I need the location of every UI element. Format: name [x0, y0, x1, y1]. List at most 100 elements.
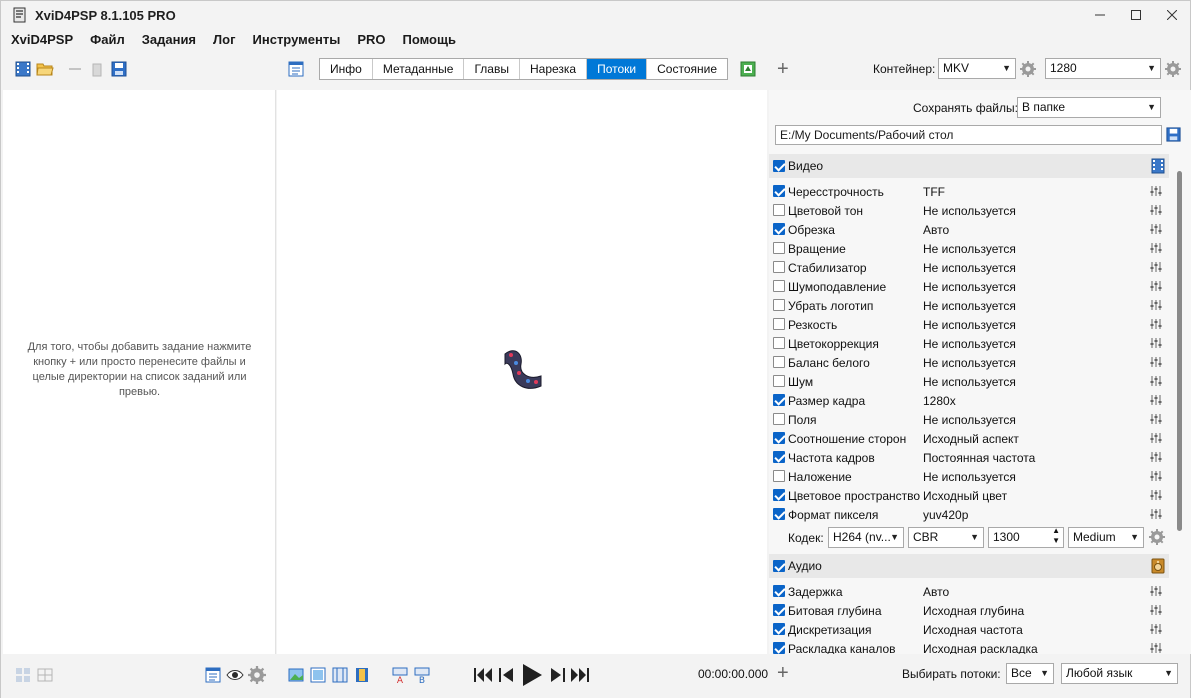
close-button[interactable] [1154, 1, 1190, 29]
video-filter-row[interactable]: Резкость Не используется [769, 315, 1169, 334]
video-filter-row[interactable]: Шум Не используется [769, 372, 1169, 391]
filter-checkbox[interactable] [773, 432, 785, 444]
resolution-select[interactable]: 1280 ▼ [1045, 58, 1161, 79]
video-filter-row[interactable]: Баланс белого Не используется [769, 353, 1169, 372]
bookmark-icon[interactable] [353, 666, 371, 684]
bitrate-mode-select[interactable]: CBR ▼ [908, 527, 984, 548]
adjust-sliders-icon[interactable] [1150, 261, 1162, 273]
picture-icon[interactable] [287, 666, 305, 684]
adjust-sliders-icon[interactable] [1150, 413, 1162, 425]
adjust-sliders-icon[interactable] [1150, 337, 1162, 349]
save-icon[interactable] [110, 60, 128, 78]
rewind-icon[interactable] [473, 665, 493, 685]
tab-metadata[interactable]: Метаданные [372, 59, 465, 79]
save-mode-select[interactable]: В папке ▼ [1017, 97, 1161, 118]
video-filter-row[interactable]: Формат пикселя yuv420p [769, 505, 1169, 524]
adjust-sliders-icon[interactable] [1150, 394, 1162, 406]
video-filter-row[interactable]: Убрать логотип Не используется [769, 296, 1169, 315]
minimize-button[interactable] [1082, 1, 1118, 29]
task-list-icon[interactable] [287, 60, 305, 78]
video-filter-row[interactable]: Цветокоррекция Не используется [769, 334, 1169, 353]
resolution-settings-gear-icon[interactable] [1165, 61, 1181, 77]
audio-filter-row[interactable]: Задержка Авто [769, 582, 1169, 601]
filter-checkbox[interactable] [773, 337, 785, 349]
tab-info[interactable]: Инфо [320, 59, 373, 79]
grid-view-icon[interactable] [36, 666, 54, 684]
frames-icon[interactable] [309, 666, 327, 684]
bitrate-stepper[interactable]: 1300 ▲ ▼ [988, 526, 1064, 548]
adjust-sliders-icon[interactable] [1150, 470, 1162, 482]
open-video-icon[interactable] [14, 60, 32, 78]
adjust-sliders-icon[interactable] [1150, 623, 1162, 635]
video-filter-row[interactable]: Соотношение сторон Исходный аспект [769, 429, 1169, 448]
settings-scrollbar[interactable] [1175, 151, 1185, 651]
filter-checkbox[interactable] [773, 185, 785, 197]
adjust-sliders-icon[interactable] [1150, 299, 1162, 311]
audio-section-header[interactable]: Аудио [769, 554, 1169, 578]
audio-filter-row[interactable]: Раскладка каналов Исходная раскладка [769, 639, 1169, 654]
adjust-sliders-icon[interactable] [1150, 642, 1162, 654]
video-filter-row[interactable]: Цветовой тон Не используется [769, 201, 1169, 220]
container-settings-gear-icon[interactable] [1020, 61, 1036, 77]
scrollbar-thumb[interactable] [1177, 171, 1182, 531]
filter-checkbox[interactable] [773, 623, 785, 635]
container-select[interactable]: MKV ▼ [938, 58, 1016, 79]
delete-icon[interactable] [88, 60, 106, 78]
adjust-sliders-icon[interactable] [1150, 585, 1162, 597]
video-filter-row[interactable]: Поля Не используется [769, 410, 1169, 429]
preview-panel[interactable] [277, 90, 767, 654]
video-filter-row[interactable]: Стабилизатор Не используется [769, 258, 1169, 277]
task-list-panel[interactable]: Для того, чтобы добавить задание нажмите… [3, 90, 276, 654]
video-filter-row[interactable]: Частота кадров Постоянная частота [769, 448, 1169, 467]
audio-b-icon[interactable]: B [413, 666, 431, 684]
menu-file[interactable]: Файл [81, 32, 133, 47]
video-filter-row[interactable]: Шумоподавление Не используется [769, 277, 1169, 296]
filter-checkbox[interactable] [773, 204, 785, 216]
video-filter-row[interactable]: Обрезка Авто [769, 220, 1169, 239]
menu-tools[interactable]: Инструменты [244, 32, 349, 47]
adjust-sliders-icon[interactable] [1150, 489, 1162, 501]
filter-checkbox[interactable] [773, 318, 785, 330]
output-path-field[interactable]: E:/My Documents/Рабочий стол [775, 125, 1162, 145]
audio-filter-row[interactable]: Битовая глубина Исходная глубина [769, 601, 1169, 620]
play-icon[interactable] [520, 662, 544, 688]
tile-view-icon[interactable] [14, 666, 32, 684]
menu-log[interactable]: Лог [204, 32, 243, 47]
tab-cutting[interactable]: Нарезка [519, 59, 588, 79]
audio-a-icon[interactable]: A [391, 666, 409, 684]
add-tab-icon[interactable]: + [777, 59, 789, 79]
adjust-sliders-icon[interactable] [1150, 432, 1162, 444]
filter-checkbox[interactable] [773, 223, 785, 235]
filter-checkbox[interactable] [773, 508, 785, 520]
adjust-sliders-icon[interactable] [1150, 318, 1162, 330]
adjust-sliders-icon[interactable] [1150, 508, 1162, 520]
filter-checkbox[interactable] [773, 585, 785, 597]
filter-checkbox[interactable] [773, 604, 785, 616]
video-filter-row[interactable]: Наложение Не используется [769, 467, 1169, 486]
filter-checkbox[interactable] [773, 413, 785, 425]
adjust-sliders-icon[interactable] [1150, 242, 1162, 254]
video-filter-row[interactable]: Вращение Не используется [769, 239, 1169, 258]
menu-tasks[interactable]: Задания [133, 32, 204, 47]
tab-chapters[interactable]: Главы [464, 59, 520, 79]
filter-checkbox[interactable] [773, 394, 785, 406]
filter-checkbox[interactable] [773, 489, 785, 501]
list-icon[interactable] [204, 666, 222, 684]
menu-pro[interactable]: PRO [348, 32, 393, 47]
filter-checkbox[interactable] [773, 242, 785, 254]
settings-gear-icon[interactable] [248, 666, 266, 684]
video-filter-row[interactable]: Чересстрочность TFF [769, 182, 1169, 201]
streams-select[interactable]: Все ▼ [1006, 663, 1054, 684]
adjust-sliders-icon[interactable] [1150, 185, 1162, 197]
adjust-sliders-icon[interactable] [1150, 204, 1162, 216]
codec-select[interactable]: H264 (nv... ▼ [828, 527, 904, 548]
filter-checkbox[interactable] [773, 356, 785, 368]
browse-save-icon[interactable] [1165, 126, 1182, 143]
tab-status[interactable]: Состояние [647, 59, 728, 79]
filter-checkbox[interactable] [773, 470, 785, 482]
step-forward-icon[interactable] [549, 665, 567, 685]
adjust-sliders-icon[interactable] [1150, 375, 1162, 387]
preset-select[interactable]: Medium ▼ [1068, 527, 1144, 548]
adjust-sliders-icon[interactable] [1150, 604, 1162, 616]
video-enabled-checkbox[interactable] [773, 160, 785, 172]
